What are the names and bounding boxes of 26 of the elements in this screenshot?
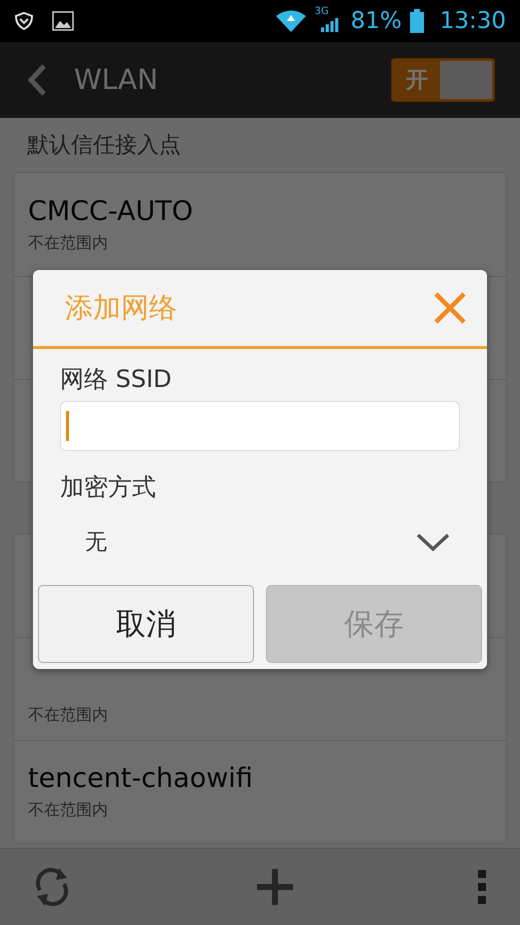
field-label: 加密方式	[60, 472, 157, 503]
dialog-title: 添加网络	[65, 290, 177, 326]
shield-icon	[14, 11, 34, 31]
overflow-menu-icon[interactable]	[478, 870, 486, 904]
section-header: 默认信任接入点	[26, 132, 182, 160]
close-icon[interactable]	[433, 291, 467, 325]
ssid-field[interactable]	[60, 401, 460, 451]
security-dropdown[interactable]: 无	[60, 503, 460, 581]
network-type: 3G	[314, 6, 329, 17]
field-label: 网络 SSID	[60, 364, 173, 395]
back-icon[interactable]	[26, 62, 48, 96]
network-status: 不在范围内	[28, 705, 108, 726]
image-icon	[52, 11, 74, 31]
add-icon[interactable]	[257, 869, 293, 905]
network-status: 不在范围内	[28, 800, 108, 821]
wlan-switch[interactable]: 开	[391, 58, 495, 102]
screen-title: WLAN	[74, 63, 160, 96]
network-name[interactable]: tencent-chaowifi	[28, 763, 253, 794]
clock: 13:30	[440, 8, 506, 34]
wifi-icon	[274, 9, 307, 33]
battery-icon	[410, 9, 424, 33]
network-name[interactable]: CMCC-AUTO	[28, 196, 193, 226]
cancel-button[interactable]: 取消	[38, 585, 254, 663]
battery-percent: 81%	[350, 8, 402, 34]
network-status: 不在范围内	[28, 232, 108, 254]
chevron-down-icon	[416, 532, 450, 552]
